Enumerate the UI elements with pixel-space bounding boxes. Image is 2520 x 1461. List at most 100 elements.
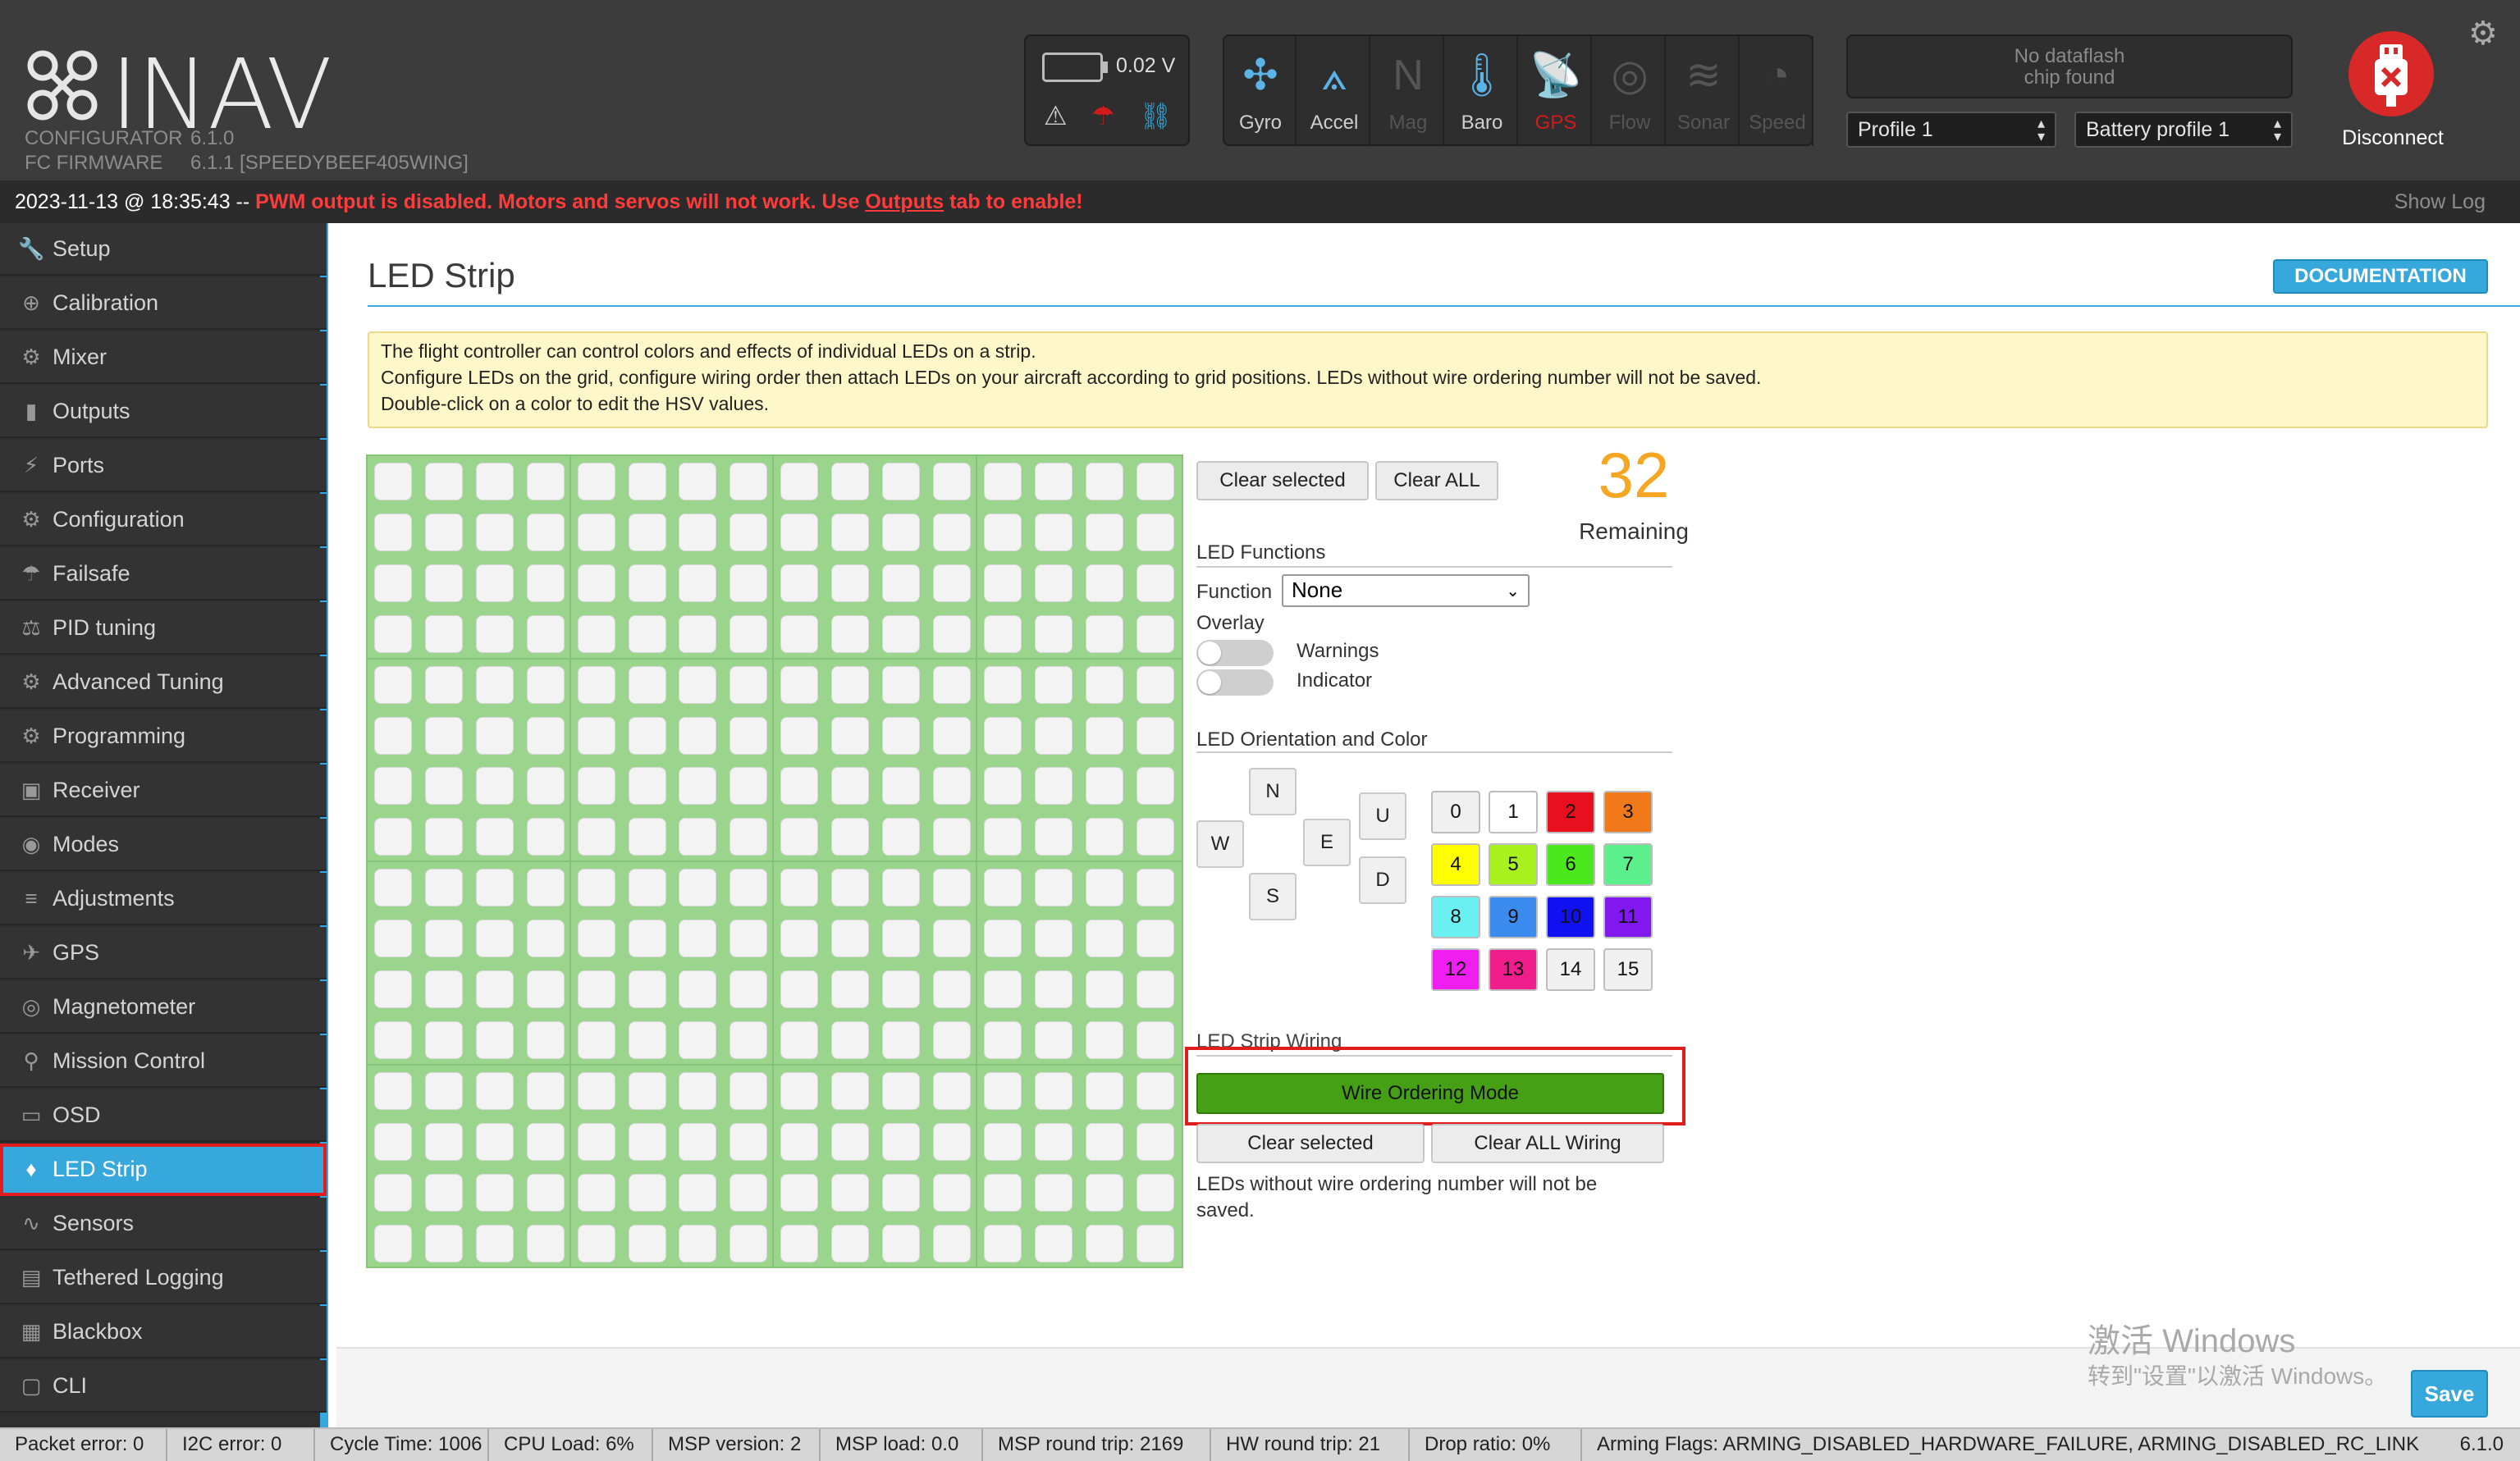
led-cell[interactable] bbox=[424, 564, 463, 602]
led-cell[interactable] bbox=[577, 920, 615, 958]
clear-all-button[interactable]: Clear ALL bbox=[1375, 461, 1498, 500]
led-cell[interactable] bbox=[882, 513, 920, 551]
led-cell[interactable] bbox=[1034, 869, 1072, 907]
led-cell[interactable] bbox=[882, 920, 920, 958]
led-cell[interactable] bbox=[932, 767, 971, 806]
led-cell[interactable] bbox=[780, 564, 819, 602]
profile-select[interactable]: Profile 1 ▴ ▾ bbox=[1846, 112, 2056, 148]
led-cell[interactable] bbox=[679, 1173, 717, 1212]
led-cell[interactable] bbox=[1034, 1071, 1072, 1110]
led-cell[interactable] bbox=[1136, 1224, 1174, 1262]
led-cell[interactable] bbox=[628, 1122, 666, 1161]
led-cell[interactable] bbox=[374, 564, 412, 602]
sidebar-item-led-strip[interactable]: ♦ LED Strip bbox=[0, 1144, 327, 1196]
color-swatch-12[interactable]: 12 bbox=[1431, 948, 1480, 991]
led-cell[interactable] bbox=[932, 1020, 971, 1059]
led-cell[interactable] bbox=[577, 564, 615, 602]
led-cell[interactable] bbox=[882, 767, 920, 806]
wire-ordering-mode-button[interactable]: Wire Ordering Mode bbox=[1196, 1073, 1664, 1114]
sidebar-item-gps[interactable]: ✈ GPS bbox=[0, 927, 327, 979]
led-cell[interactable] bbox=[526, 463, 565, 500]
led-cell[interactable] bbox=[475, 463, 514, 500]
led-cell[interactable] bbox=[424, 818, 463, 856]
led-cell[interactable] bbox=[1034, 716, 1072, 755]
led-cell[interactable] bbox=[374, 716, 412, 755]
led-cell[interactable] bbox=[780, 767, 819, 806]
led-cell[interactable] bbox=[628, 818, 666, 856]
settings-gear-icon[interactable]: ⚙ bbox=[2468, 15, 2498, 53]
led-cell[interactable] bbox=[424, 665, 463, 704]
led-cell[interactable] bbox=[882, 1071, 920, 1110]
led-cell[interactable] bbox=[882, 716, 920, 755]
sidebar-item-blackbox[interactable]: ▦ Blackbox bbox=[0, 1306, 327, 1358]
led-cell[interactable] bbox=[932, 1173, 971, 1212]
led-cell[interactable] bbox=[780, 970, 819, 1008]
color-swatch-5[interactable]: 5 bbox=[1489, 843, 1538, 886]
led-cell[interactable] bbox=[1136, 818, 1174, 856]
led-cell[interactable] bbox=[831, 463, 870, 500]
color-swatch-0[interactable]: 0 bbox=[1431, 791, 1480, 833]
led-cell[interactable] bbox=[932, 463, 971, 500]
led-cell[interactable] bbox=[1085, 716, 1123, 755]
sidebar-item-adjustments[interactable]: ≡ Adjustments bbox=[0, 873, 327, 925]
led-cell[interactable] bbox=[1136, 1122, 1174, 1161]
led-cell[interactable] bbox=[475, 869, 514, 907]
led-cell[interactable] bbox=[729, 1122, 768, 1161]
led-cell[interactable] bbox=[882, 1224, 920, 1262]
led-cell[interactable] bbox=[475, 767, 514, 806]
led-cell[interactable] bbox=[374, 1071, 412, 1110]
led-cell[interactable] bbox=[729, 767, 768, 806]
color-swatch-10[interactable]: 10 bbox=[1546, 896, 1595, 938]
led-cell[interactable] bbox=[628, 665, 666, 704]
color-swatch-7[interactable]: 7 bbox=[1603, 843, 1653, 886]
disconnect-button[interactable] bbox=[2348, 31, 2434, 116]
led-cell[interactable] bbox=[831, 970, 870, 1008]
direction-e-button[interactable]: E bbox=[1303, 819, 1351, 866]
color-swatch-6[interactable]: 6 bbox=[1546, 843, 1595, 886]
led-cell[interactable] bbox=[424, 1122, 463, 1161]
led-cell[interactable] bbox=[729, 614, 768, 653]
led-cell[interactable] bbox=[374, 1224, 412, 1262]
led-cell[interactable] bbox=[1085, 614, 1123, 653]
led-cell[interactable] bbox=[374, 463, 412, 500]
led-cell[interactable] bbox=[424, 1071, 463, 1110]
led-cell[interactable] bbox=[729, 513, 768, 551]
disconnect-label[interactable]: Disconnect bbox=[2327, 126, 2458, 150]
led-cell[interactable] bbox=[831, 1224, 870, 1262]
led-cell[interactable] bbox=[577, 1122, 615, 1161]
led-cell[interactable] bbox=[882, 818, 920, 856]
led-cell[interactable] bbox=[932, 818, 971, 856]
led-cell[interactable] bbox=[1136, 665, 1174, 704]
led-cell[interactable] bbox=[1085, 665, 1123, 704]
led-cell[interactable] bbox=[831, 614, 870, 653]
led-cell[interactable] bbox=[831, 665, 870, 704]
led-cell[interactable] bbox=[780, 818, 819, 856]
led-cell[interactable] bbox=[780, 920, 819, 958]
color-swatch-9[interactable]: 9 bbox=[1489, 896, 1538, 938]
led-cell[interactable] bbox=[780, 1122, 819, 1161]
led-cell[interactable] bbox=[628, 1224, 666, 1262]
led-cell[interactable] bbox=[729, 869, 768, 907]
led-cell[interactable] bbox=[577, 869, 615, 907]
led-cell[interactable] bbox=[424, 463, 463, 500]
led-cell[interactable] bbox=[1136, 564, 1174, 602]
sidebar-item-pid-tuning[interactable]: ⚖ PID tuning bbox=[0, 602, 327, 655]
led-cell[interactable] bbox=[1136, 513, 1174, 551]
led-cell[interactable] bbox=[983, 614, 1022, 653]
led-cell[interactable] bbox=[1085, 1173, 1123, 1212]
led-cell[interactable] bbox=[882, 665, 920, 704]
led-cell[interactable] bbox=[475, 1224, 514, 1262]
led-cell[interactable] bbox=[729, 1224, 768, 1262]
led-cell[interactable] bbox=[780, 1020, 819, 1059]
led-cell[interactable] bbox=[526, 1122, 565, 1161]
led-cell[interactable] bbox=[374, 1173, 412, 1212]
direction-n-button[interactable]: N bbox=[1249, 768, 1297, 815]
led-cell[interactable] bbox=[983, 1173, 1022, 1212]
led-cell[interactable] bbox=[628, 614, 666, 653]
led-cell[interactable] bbox=[577, 970, 615, 1008]
led-cell[interactable] bbox=[1034, 1173, 1072, 1212]
led-cell[interactable] bbox=[1085, 463, 1123, 500]
led-cell[interactable] bbox=[424, 614, 463, 653]
led-cell[interactable] bbox=[1034, 920, 1072, 958]
led-cell[interactable] bbox=[932, 869, 971, 907]
